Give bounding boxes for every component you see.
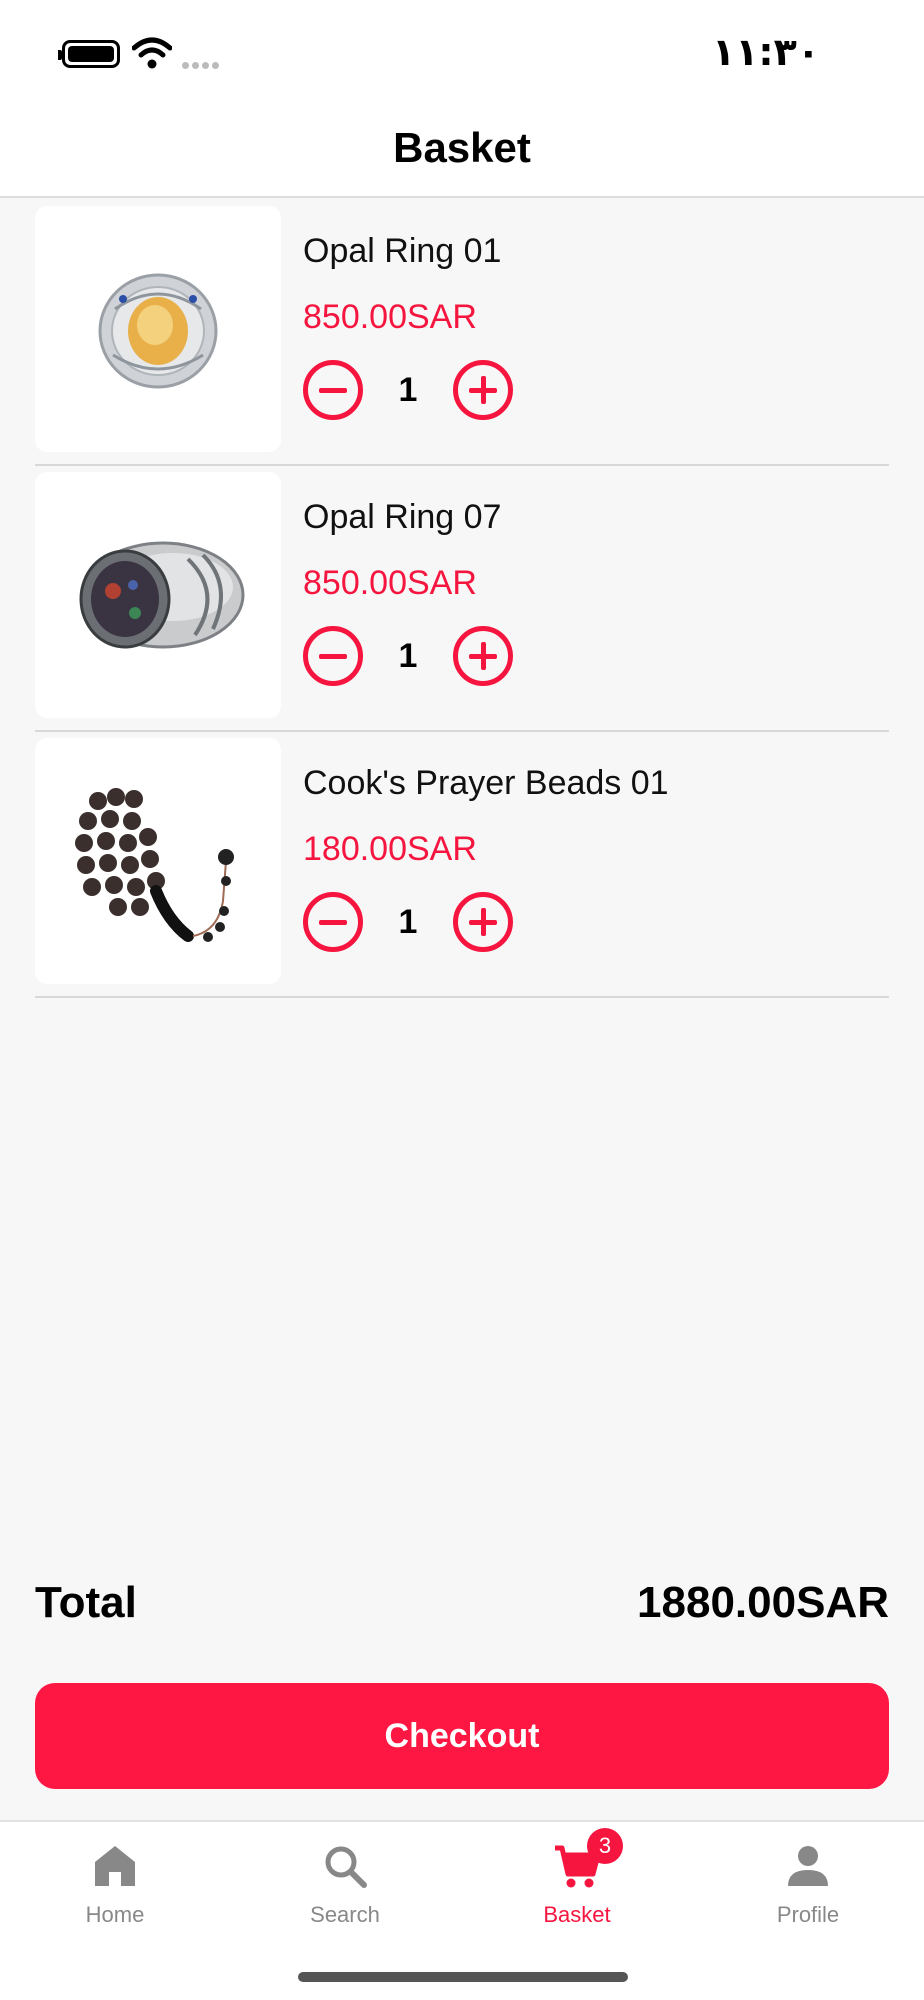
quantity-value: 1 — [398, 370, 418, 409]
nav-label-basket: Basket — [543, 1902, 611, 1927]
cart-count-badge: 3 — [587, 1828, 623, 1864]
item-name: Opal Ring 07 — [303, 498, 502, 536]
total-label: Total — [35, 1578, 137, 1627]
person-icon — [788, 1846, 828, 1886]
cart-icon-wrap: 3 — [553, 1828, 623, 1890]
increase-quantity-button[interactable] — [453, 892, 513, 952]
opal-ring-07-image[interactable] — [35, 472, 281, 718]
nav-item-profile[interactable]: Profile — [708, 1842, 908, 1952]
nav-item-home[interactable]: Home — [15, 1842, 215, 1952]
nav-label-profile: Profile — [776, 1902, 840, 1927]
beads-graphic — [75, 788, 234, 942]
wifi-icon — [132, 37, 172, 69]
signal-icon — [182, 56, 226, 69]
page-title: Basket — [393, 124, 531, 171]
nav-item-search[interactable]: Search — [245, 1842, 445, 1952]
quantity-stepper: 1 — [303, 892, 513, 952]
prayer-beads-image[interactable] — [35, 738, 281, 984]
battery-icon — [62, 40, 120, 68]
ring-graphic — [79, 541, 245, 649]
item-name: Cook's Prayer Beads 01 — [303, 764, 669, 802]
cart-item: Cook's Prayer Beads 01 180.00SAR 1 — [35, 732, 889, 998]
page-header: Basket — [0, 100, 924, 198]
total-row: Total 1880.00SAR — [35, 1578, 889, 1628]
increase-quantity-button[interactable] — [453, 360, 513, 420]
decrease-quantity-button[interactable] — [303, 892, 363, 952]
home-icon — [95, 1846, 135, 1886]
ring-graphic — [98, 273, 218, 389]
quantity-value: 1 — [398, 636, 418, 675]
cart-item: Opal Ring 01 850.00SAR 1 — [35, 200, 889, 466]
quantity-stepper: 1 — [303, 360, 513, 420]
cart-list: Opal Ring 01 850.00SAR 1 Opal Ring 07 85… — [35, 200, 889, 998]
total-value: 1880.00SAR — [637, 1578, 889, 1627]
home-indicator — [298, 1972, 628, 1982]
nav-label-search: Search — [310, 1902, 380, 1927]
increase-quantity-button[interactable] — [453, 626, 513, 686]
checkout-button[interactable]: Checkout — [35, 1683, 889, 1789]
nav-label-home: Home — [85, 1902, 145, 1927]
decrease-quantity-button[interactable] — [303, 360, 363, 420]
nav-item-basket[interactable]: 3 Basket — [477, 1828, 677, 1952]
quantity-stepper: 1 — [303, 626, 513, 686]
item-price: 850.00SAR — [303, 564, 477, 602]
status-bar: ١١:٣٠ — [0, 0, 924, 100]
search-icon — [325, 1846, 367, 1888]
decrease-quantity-button[interactable] — [303, 626, 363, 686]
battery-tip — [58, 50, 62, 60]
item-price: 850.00SAR — [303, 298, 477, 336]
item-price: 180.00SAR — [303, 830, 477, 868]
quantity-value: 1 — [398, 902, 418, 941]
opal-ring-01-image[interactable] — [35, 206, 281, 452]
item-name: Opal Ring 01 — [303, 232, 502, 270]
cart-item: Opal Ring 07 850.00SAR 1 — [35, 466, 889, 732]
status-time: ١١:٣٠ — [712, 30, 820, 74]
